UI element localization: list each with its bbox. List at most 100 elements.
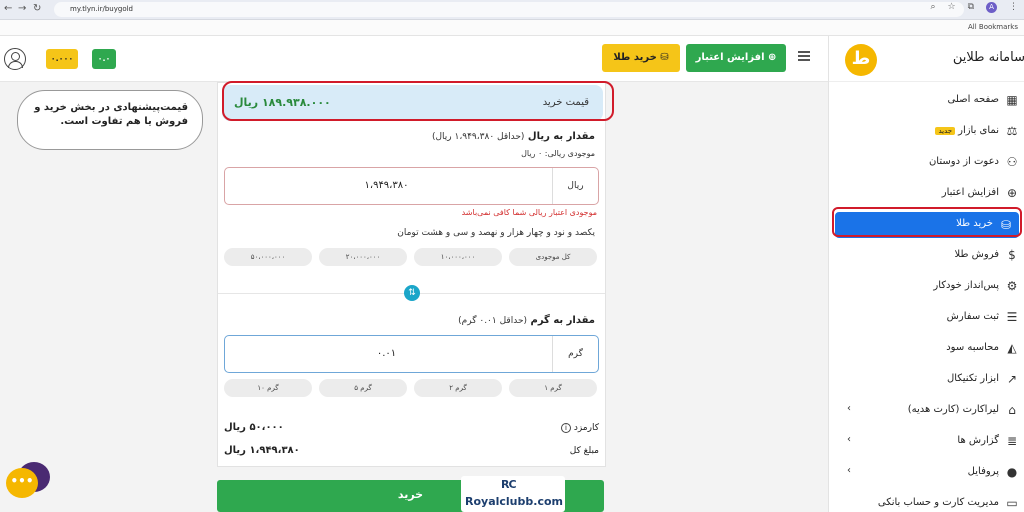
logo-icon[interactable]: ط <box>845 44 877 76</box>
gram-preset-chips: ۱ گرم ۲ گرم ۵ گرم ۱۰ گرم <box>224 379 599 397</box>
sidebar-item-3[interactable]: ⊕ افزایش اعتبار <box>829 179 1024 209</box>
users-icon: ⚇ <box>1006 155 1018 169</box>
star-icon[interactable]: ☆ <box>947 2 955 13</box>
rial-chip-10m[interactable]: ۱۰،۰۰۰،۰۰۰ <box>414 248 502 266</box>
sidebar-item-12[interactable]: ● پروفایل ‹ <box>829 458 1024 488</box>
total-value: ۱،۹۴۹،۳۸۰ ریال <box>224 445 300 456</box>
gram-unit: گرم <box>552 336 598 372</box>
back-icon[interactable]: ← <box>4 3 12 14</box>
bookmarks-bar: All Bookmarks <box>0 20 1024 36</box>
rial-input-value: ۱،۹۴۹،۳۸۰ <box>364 180 409 191</box>
address-bar[interactable]: my.tlyn.ir/buygold <box>54 2 964 17</box>
sidebar-item-13[interactable]: ▭ مدیریت کارت و حساب بانکی <box>829 489 1024 512</box>
rial-amount-input[interactable]: ۱،۹۴۹،۳۸۰ ریال <box>224 167 599 205</box>
rial-chip-50m[interactable]: ۵۰،۰۰۰،۰۰۰ <box>224 248 312 266</box>
gold-balance-badge[interactable]: ۰.۰۰۰ <box>46 49 78 69</box>
sidebar-item-text: پس‌انداز خودکار <box>933 280 999 291</box>
forward-icon[interactable]: → <box>18 3 26 14</box>
amount-in-words: یکصد و نود و چهار هزار و نهصد و سی و هشت… <box>397 228 595 238</box>
sidebar-item-9[interactable]: ↗ ابزار تکنیکال <box>829 365 1024 395</box>
sidebar-item-text: محاسبه سود <box>946 342 999 353</box>
fee-label: کارمزد i <box>559 423 599 433</box>
rial-amount-title: مقدار به ریال (حداقل ۱،۹۴۹،۳۸۰ ریال) <box>432 131 595 142</box>
gram-chip-2[interactable]: ۲ گرم <box>414 379 502 397</box>
total-row: مبلغ کل ۱،۹۴۹،۳۸۰ ریال <box>224 444 599 460</box>
sidebar-item-10[interactable]: ⌂ لیراکارت (کارت هدیه) ‹ <box>829 396 1024 426</box>
sidebar-item-1[interactable]: ⚖ نمای بازارجدید <box>829 117 1024 147</box>
sidebar-item-label: فروش طلا <box>955 249 999 260</box>
rial-min-text: (حداقل ۱،۹۴۹،۳۸۰ ریال) <box>431 132 525 142</box>
sidebar-item-7[interactable]: ☰ ثبت سفارش <box>829 303 1024 333</box>
price-highlight <box>222 81 614 121</box>
sidebar-item-8[interactable]: ◭ محاسبه سود <box>829 334 1024 364</box>
new-badge: جدید <box>935 127 956 135</box>
chevron-left-icon[interactable]: ‹ <box>847 465 851 476</box>
watermark-logo: RC Royalclubb.com <box>461 476 565 512</box>
plus-circle-icon: ⊕ <box>768 52 777 63</box>
sidebar-item-label: نمای بازارجدید <box>935 125 999 136</box>
rial-chip-20m[interactable]: ۲۰،۰۰۰،۰۰۰ <box>319 248 407 266</box>
profile-avatar[interactable]: A <box>986 2 997 13</box>
sidebar-item-11[interactable]: ≣ گزارش ها ‹ <box>829 427 1024 457</box>
user-icon: ● <box>1006 465 1018 479</box>
buy-gold-button[interactable]: خرید طلا ⛁ <box>602 44 680 72</box>
market-icon: ⚖ <box>1006 124 1018 138</box>
sidebar-item-5[interactable]: $ فروش طلا <box>829 241 1024 271</box>
extensions-icon[interactable]: ⧉ <box>968 2 974 13</box>
gram-amount-input[interactable]: ۰.۰۱ گرم <box>224 335 599 373</box>
order-icon: ☰ <box>1006 310 1018 324</box>
sidebar-item-label: پس‌انداز خودکار <box>933 280 999 291</box>
sidebar-item-text: دعوت از دوستان <box>928 156 999 167</box>
gift-icon: ⌂ <box>1008 403 1016 417</box>
all-bookmarks[interactable]: All Bookmarks <box>968 23 1018 31</box>
rial-chip-all[interactable]: کل موجودی <box>509 248 597 266</box>
sidebar-item-label: صفحه اصلی <box>948 94 999 105</box>
sidebar-item-label: ابزار تکنیکال <box>947 373 999 384</box>
url-text: my.tlyn.ir/buygold <box>70 5 133 13</box>
sidebar-item-text: فروش طلا <box>954 249 999 260</box>
gram-chip-1[interactable]: ۱ گرم <box>509 379 597 397</box>
sidebar: ط سامانه طلاین ▦ صفحه اصلی ⚖ نمای بازارجدید… <box>828 36 1024 512</box>
sidebar-item-label: افزایش اعتبار <box>942 187 999 198</box>
support-chat-button[interactable]: ••• <box>6 462 50 502</box>
plus-circle-icon: ⊕ <box>1006 186 1018 200</box>
more-icon[interactable]: ⋮ <box>1009 2 1018 13</box>
sidebar-item-text: لیراکارت (کارت هدیه) <box>907 404 999 415</box>
robot-icon: ⚙ <box>1006 279 1018 293</box>
rial-balance-badge[interactable]: ۰.۰ <box>92 49 116 69</box>
gram-chip-5[interactable]: ۵ گرم <box>319 379 407 397</box>
sidebar-item-label: ثبت سفارش <box>947 311 999 322</box>
watermark-text: Royalclubb.com <box>465 495 563 508</box>
info-icon[interactable]: i <box>560 423 571 433</box>
increase-credit-button[interactable]: افزایش اعتبار ⊕ <box>686 44 786 72</box>
sidebar-item-text: پروفایل <box>967 466 999 477</box>
user-avatar-icon[interactable] <box>4 48 26 70</box>
chevron-left-icon[interactable]: ‹ <box>847 403 851 414</box>
fee-label-text: کارمزد <box>573 423 599 433</box>
reload-icon[interactable]: ↻ <box>33 3 41 14</box>
chevron-left-icon[interactable]: ‹ <box>847 434 851 445</box>
menu-toggle-icon[interactable] <box>798 51 810 61</box>
sidebar-item-0[interactable]: ▦ صفحه اصلی <box>829 86 1024 116</box>
rial-preset-chips: کل موجودی ۱۰،۰۰۰،۰۰۰ ۲۰،۰۰۰،۰۰۰ ۵۰،۰۰۰،۰… <box>224 248 599 266</box>
swap-icon[interactable]: ⇅ <box>404 285 420 301</box>
money-bag-icon: $ <box>1008 248 1016 262</box>
insufficient-balance-error: موجودی اعتبار ریالی شما کافی نمی‌باشد <box>461 208 597 217</box>
rial-balance-text: موجودی ریالی: ۰ ریال <box>521 149 595 158</box>
sidebar-item-2[interactable]: ⚇ دعوت از دوستان <box>829 148 1024 178</box>
fee-row: کارمزد i ۵۰،۰۰۰ ریال <box>224 421 599 437</box>
browser-toolbar: ← → ↻ my.tlyn.ir/buygold ⌕ ☆ ⧉ A ⋮ <box>0 0 1024 20</box>
gram-chip-10[interactable]: ۱۰ گرم <box>224 379 312 397</box>
chart-area-icon: ◭ <box>1007 341 1017 355</box>
increase-credit-label: افزایش اعتبار <box>695 52 765 63</box>
zoom-icon[interactable]: ⌕ <box>930 2 935 13</box>
report-icon: ≣ <box>1006 434 1018 448</box>
brand-title: سامانه طلاین <box>952 50 1024 65</box>
fee-value: ۵۰،۰۰۰ ریال <box>224 422 284 433</box>
sidebar-item-text: گزارش ها <box>957 435 999 446</box>
sidebar-item-6[interactable]: ⚙ پس‌انداز خودکار <box>829 272 1024 302</box>
gram-amount-title: مقدار به گرم (حداقل ۰.۰۱ گرم) <box>458 315 595 326</box>
gold-bars-icon: ⛁ <box>660 52 669 63</box>
callout-text: قیمت‌پیشنهادی در بخش خرید و فروش یا هم ت… <box>34 102 188 127</box>
chat-bubble-icon: ••• <box>6 468 38 498</box>
